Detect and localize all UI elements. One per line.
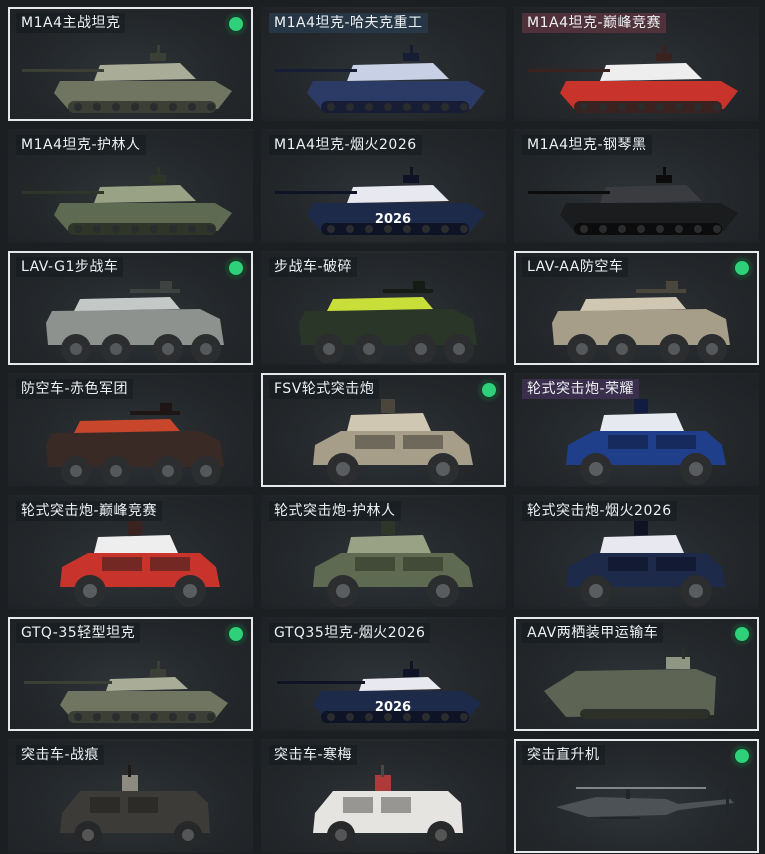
tank-silhouette	[275, 45, 485, 113]
vehicle-name-label: 轮式突击炮-护林人	[269, 501, 401, 521]
vehicle-name-label: M1A4坦克-护林人	[16, 135, 146, 155]
skin-badge-text: 2026	[375, 700, 411, 715]
vehicle-name-label: 轮式突击炮-荣耀	[522, 379, 640, 399]
helicopter-silhouette	[556, 787, 734, 819]
vehicle-card[interactable]: 2026 GTQ35坦克-烟火2026	[261, 617, 506, 731]
ifv-silhouette	[46, 281, 224, 363]
ifv-silhouette	[46, 403, 224, 485]
vehicle-card[interactable]: GTQ-35轻型坦克	[8, 617, 253, 731]
tank-silhouette	[528, 167, 738, 235]
vehicle-name-label: M1A4坦克-巅峰竞赛	[522, 13, 667, 33]
vehicle-card[interactable]: 突击车-战痕	[8, 739, 253, 853]
vehicle-name-label: 轮式突击炮-巅峰竞赛	[16, 501, 163, 521]
vehicle-card[interactable]: M1A4坦克-巅峰竞赛	[514, 7, 759, 121]
ifv-silhouette	[299, 281, 477, 363]
tank-silhouette: 2026	[275, 167, 485, 235]
vehicle-name-label: M1A4坦克-哈夫克重工	[269, 13, 428, 33]
vehicle-name-label: 步战车-破碎	[269, 257, 358, 277]
tank-silhouette	[22, 167, 232, 235]
vehicle-name-label: 防空车-赤色军团	[16, 379, 134, 399]
tank-silhouette	[22, 45, 232, 113]
fsv-silhouette	[566, 521, 726, 607]
vehicle-card[interactable]: LAV-AA防空车	[514, 251, 759, 365]
fsv-silhouette	[60, 521, 220, 607]
vehicle-name-label: GTQ35坦克-烟火2026	[269, 623, 431, 643]
vehicle-card[interactable]: 2026 M1A4坦克-烟火2026	[261, 129, 506, 243]
owned-indicator-icon	[482, 383, 496, 397]
fsv-silhouette	[313, 521, 473, 607]
assault-vehicle-silhouette	[313, 765, 463, 849]
vehicle-name-label: 突击车-战痕	[16, 745, 105, 765]
assault-vehicle-silhouette	[60, 765, 210, 849]
aav-silhouette	[544, 649, 716, 719]
tank-silhouette: 2026	[277, 661, 481, 723]
vehicle-name-label: LAV-AA防空车	[522, 257, 629, 277]
vehicle-name-label: M1A4主战坦克	[16, 13, 126, 33]
owned-indicator-icon	[735, 261, 749, 275]
owned-indicator-icon	[229, 17, 243, 31]
tank-silhouette	[528, 45, 738, 113]
vehicle-skin-grid: M1A4主战坦克 M1A4坦克-哈夫克重工 M1A4坦克-巅峰竞赛 M1A4坦克-护林…	[0, 0, 765, 854]
vehicle-card[interactable]: 步战车-破碎	[261, 251, 506, 365]
owned-indicator-icon	[229, 261, 243, 275]
vehicle-card[interactable]: 轮式突击炮-荣耀	[514, 373, 759, 487]
ifv-silhouette	[552, 281, 730, 363]
vehicle-card[interactable]: 轮式突击炮-烟火2026	[514, 495, 759, 609]
vehicle-card[interactable]: M1A4坦克-钢琴黑	[514, 129, 759, 243]
vehicle-name-label: 突击车-寒梅	[269, 745, 358, 765]
vehicle-name-label: AAV两栖装甲运输车	[522, 623, 664, 643]
vehicle-card[interactable]: FSV轮式突击炮	[261, 373, 506, 487]
vehicle-name-label: M1A4坦克-烟火2026	[269, 135, 422, 155]
vehicle-card[interactable]: 突击车-寒梅	[261, 739, 506, 853]
owned-indicator-icon	[229, 627, 243, 641]
vehicle-card[interactable]: 突击直升机	[514, 739, 759, 853]
vehicle-card[interactable]: 轮式突击炮-巅峰竞赛	[8, 495, 253, 609]
vehicle-name-label: GTQ-35轻型坦克	[16, 623, 141, 643]
vehicle-card[interactable]: M1A4坦克-护林人	[8, 129, 253, 243]
vehicle-card[interactable]: 轮式突击炮-护林人	[261, 495, 506, 609]
vehicle-name-label: 轮式突击炮-烟火2026	[522, 501, 677, 521]
vehicle-name-label: 突击直升机	[522, 745, 605, 765]
vehicle-card[interactable]: LAV-G1步战车	[8, 251, 253, 365]
vehicle-card[interactable]: 防空车-赤色军团	[8, 373, 253, 487]
tank-silhouette	[24, 661, 228, 723]
owned-indicator-icon	[735, 749, 749, 763]
vehicle-name-label: LAV-G1步战车	[16, 257, 124, 277]
fsv-silhouette	[566, 399, 726, 485]
vehicle-card[interactable]: M1A4坦克-哈夫克重工	[261, 7, 506, 121]
vehicle-card[interactable]: M1A4主战坦克	[8, 7, 253, 121]
vehicle-card[interactable]: AAV两栖装甲运输车	[514, 617, 759, 731]
vehicle-name-label: M1A4坦克-钢琴黑	[522, 135, 652, 155]
vehicle-name-label: FSV轮式突击炮	[269, 379, 380, 399]
skin-badge-text: 2026	[375, 212, 411, 227]
owned-indicator-icon	[735, 627, 749, 641]
fsv-silhouette	[313, 399, 473, 485]
